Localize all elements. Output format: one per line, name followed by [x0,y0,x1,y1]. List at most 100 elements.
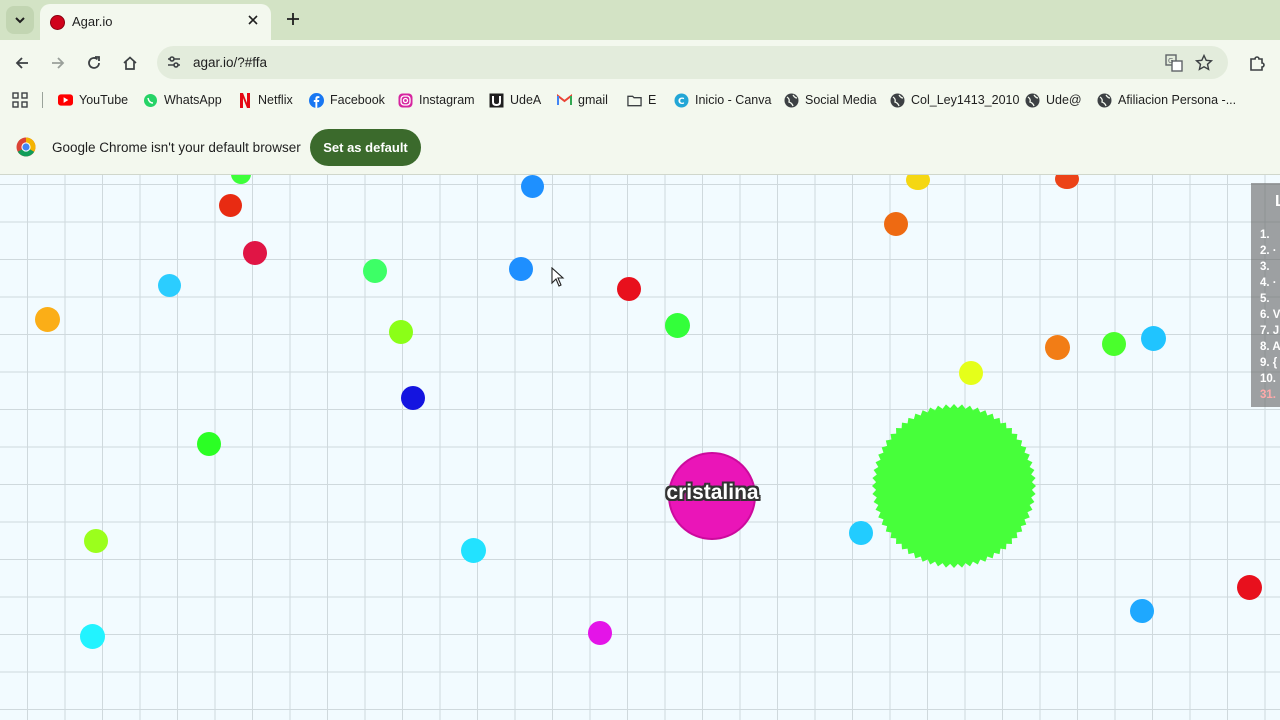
food-pellet [461,538,486,563]
leaderboard-row: 8. A [1260,341,1280,353]
leaderboard-row: 2. · [1260,245,1277,257]
bookmark-star-icon[interactable] [1194,53,1214,73]
bookmark-label: Facebook [330,93,385,107]
tab-search-button[interactable] [6,6,34,34]
food-pellet [243,241,267,265]
food-pellet [401,386,425,410]
reload-button[interactable] [80,49,108,77]
svg-text:G: G [1168,57,1173,65]
bookmark-label: Social Media [805,93,877,107]
apps-grid-icon[interactable] [12,92,28,108]
url-text[interactable]: agar.io/?#ffa [193,55,267,70]
food-pellet [363,259,387,283]
translate-icon[interactable]: G [1164,53,1184,73]
bookmark-udea[interactable]: UdeA [489,92,541,108]
food-pellet [158,274,181,297]
extensions-button[interactable] [1243,49,1271,77]
udea-icon [489,93,504,108]
enemy-cell [871,403,1037,569]
gmail-icon [557,93,572,108]
bookmark-folder-e[interactable]: E [627,92,656,108]
food-pellet [1130,599,1154,623]
canva-icon: C [674,93,689,108]
close-tab-button[interactable] [243,10,263,30]
food-pellet [80,624,105,649]
bookmark-label: Ude@ [1046,93,1082,107]
forward-button[interactable] [44,49,72,77]
bookmark-label: WhatsApp [164,93,222,107]
set-as-default-button[interactable]: Set as default [310,129,421,166]
bookmark-label: YouTube [79,93,129,107]
address-bar[interactable]: agar.io/?#ffa G [157,46,1228,79]
bookmarks-bar: YouTube WhatsApp Netflix Facebook Instag… [0,86,1280,114]
food-pellet [197,432,221,456]
food-pellet [509,257,533,281]
bookmark-label: Instagram [419,93,475,107]
globe-icon [890,93,905,108]
food-pellet [588,621,612,645]
svg-text:C: C [678,97,685,107]
food-pellet [84,529,108,553]
player-name: cristalina [666,481,759,504]
food-pellet [1045,335,1070,360]
food-pellet [1141,326,1166,351]
tab-agario[interactable]: Agar.io [40,4,271,40]
bookmark-label: Inicio - Canva [695,93,772,107]
bookmark-youtube[interactable]: YouTube [58,92,128,108]
leaderboard-row: 1. [1260,229,1270,241]
netflix-icon [237,92,252,108]
globe-icon [1097,93,1112,108]
back-button[interactable] [8,49,36,77]
leaderboard-row: 7. J [1260,325,1280,337]
chrome-logo-icon [16,137,36,157]
new-tab-button[interactable] [282,8,304,30]
food-pellet [521,175,544,198]
bookmark-udea-online[interactable]: Ude@ [1025,92,1082,108]
bookmark-label: Afiliacion Persona -... [1118,93,1237,107]
tab-strip: Agar.io [0,0,1280,40]
bookmark-afiliacion[interactable]: Afiliacion Persona -... [1097,92,1236,108]
leaderboard-row: 10. [1260,373,1276,385]
food-pellet [906,175,930,190]
bookmark-instagram[interactable]: Instagram [398,92,475,108]
whatsapp-icon [143,93,158,108]
bookmark-canva[interactable]: C Inicio - Canva [674,92,771,108]
home-icon [123,56,137,70]
food-pellet [1055,175,1079,189]
enemy-cell-body [872,404,1036,568]
globe-icon [784,93,799,108]
food-pellet [35,307,60,332]
food-pellet [389,320,413,344]
home-button[interactable] [116,49,144,77]
leaderboard-row: 9. { [1260,357,1278,369]
bookmarks-divider [42,92,43,108]
leaderboard: L 1. 2. · 3. 4. · 5. 6. V 7. J 8. A 9. {… [1251,183,1280,407]
food-pellet [884,212,908,236]
facebook-icon [309,92,324,108]
bookmark-label: UdeA [510,93,542,107]
bookmark-netflix[interactable]: Netflix [237,92,293,108]
site-info-icon[interactable] [165,53,183,71]
puzzle-icon [1250,56,1265,71]
food-pellet [959,361,983,385]
game-canvas[interactable]: cristalina L 1. 2. · 3. 4. · 5. 6. V 7. … [0,175,1280,720]
bookmark-social-media[interactable]: Social Media [784,92,877,108]
folder-icon [627,93,642,108]
infobar-message: Google Chrome isn't your default browser [52,140,301,155]
bookmark-gmail[interactable]: gmail [557,92,608,108]
bookmark-col-ley[interactable]: Col_Ley1413_2010 [890,92,1019,108]
globe-icon [1025,93,1040,108]
back-arrow-icon [15,57,28,69]
bookmark-facebook[interactable]: Facebook [309,92,385,108]
instagram-icon [398,93,413,108]
bookmark-label: Col_Ley1413_2010 [911,93,1020,107]
leaderboard-row: 6. V [1260,309,1280,321]
mouse-cursor-icon [551,266,565,287]
bookmark-whatsapp[interactable]: WhatsApp [143,92,222,108]
reload-icon [88,56,100,69]
food-pellet [665,313,690,338]
plus-icon [287,13,299,25]
food-pellet [219,194,242,217]
food-pellet [849,521,873,545]
food-pellet [1237,575,1262,600]
